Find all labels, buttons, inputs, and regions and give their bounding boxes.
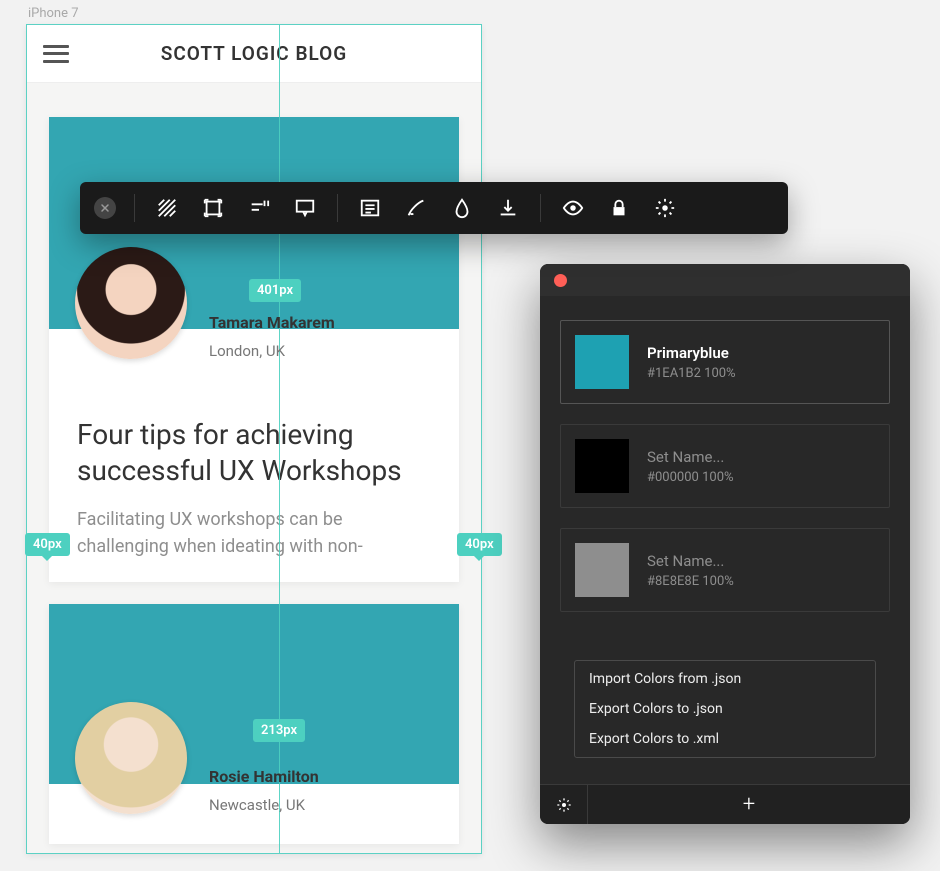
measure-badge-top: 401px — [249, 279, 301, 302]
panel-settings-button[interactable] — [540, 785, 588, 824]
eye-icon[interactable] — [559, 194, 587, 222]
floating-toolbar — [80, 182, 788, 234]
swatch-hex: #8E8E8E 100% — [647, 574, 734, 589]
color-swatch[interactable] — [575, 439, 629, 493]
card-author-row: Tamara Makarem London, UK — [49, 329, 459, 389]
app-bar: SCOTT LOGIC BLOG — [27, 25, 481, 83]
swatch-name[interactable]: Primaryblue — [647, 344, 736, 362]
color-swatch[interactable] — [575, 543, 629, 597]
toolbar-separator — [134, 194, 135, 222]
artboard-iphone7[interactable]: 401px 40px 40px 213px SCOTT LOGIC BLOG T… — [26, 24, 482, 854]
panel-body: Primaryblue #1EA1B2 100% Set Name... #00… — [540, 296, 910, 784]
measure-badge-right: 40px — [457, 533, 502, 556]
panel-footer: + — [540, 784, 910, 824]
drop-icon[interactable] — [448, 194, 476, 222]
comment-icon[interactable] — [291, 194, 319, 222]
swatch-name[interactable]: Set Name... — [647, 448, 734, 466]
menu-export-xml[interactable]: Export Colors to .xml — [587, 729, 863, 749]
swatch-row[interactable]: Set Name... #8E8E8E 100% — [560, 528, 890, 612]
list-icon[interactable] — [356, 194, 384, 222]
author-avatar[interactable] — [75, 247, 187, 359]
card-title: Four tips for achieving successful UX Wo… — [77, 417, 431, 490]
lock-icon[interactable] — [605, 194, 633, 222]
swatch-row[interactable]: Set Name... #000000 100% — [560, 424, 890, 508]
author-location: Newcastle, UK — [209, 796, 319, 814]
artboard-icon[interactable] — [199, 194, 227, 222]
card-excerpt: Facilitating UX workshops can be challen… — [77, 506, 431, 560]
align-icon[interactable] — [245, 194, 273, 222]
panel-add-button[interactable]: + — [588, 785, 910, 824]
author-location: London, UK — [209, 342, 335, 360]
panel-titlebar[interactable] — [540, 264, 910, 296]
measure-badge-left: 40px — [25, 533, 70, 556]
device-label: iPhone 7 — [28, 6, 79, 21]
window-close-icon[interactable] — [554, 274, 567, 287]
download-icon[interactable] — [494, 194, 522, 222]
measure-badge-mid: 213px — [253, 719, 305, 742]
toolbar-separator — [337, 194, 338, 222]
colors-panel[interactable]: Primaryblue #1EA1B2 100% Set Name... #00… — [540, 264, 910, 824]
panel-context-menu: Import Colors from .json Export Colors t… — [574, 660, 876, 758]
fill-pattern-icon[interactable] — [153, 194, 181, 222]
color-swatch[interactable] — [575, 335, 629, 389]
menu-export-json[interactable]: Export Colors to .json — [587, 699, 863, 719]
swatch-name[interactable]: Set Name... — [647, 552, 734, 570]
swatch-hex: #1EA1B2 100% — [647, 366, 736, 381]
swatch-hex: #000000 100% — [647, 470, 734, 485]
toolbar-separator — [540, 194, 541, 222]
gear-icon[interactable] — [651, 194, 679, 222]
author-name: Tamara Makarem — [209, 313, 335, 332]
author-avatar[interactable] — [75, 702, 187, 814]
swatch-row[interactable]: Primaryblue #1EA1B2 100% — [560, 320, 890, 404]
author-name: Rosie Hamilton — [209, 767, 319, 786]
brush-icon[interactable] — [402, 194, 430, 222]
toolbar-close-button[interactable] — [94, 197, 116, 219]
card-author-row: Rosie Hamilton Newcastle, UK — [49, 784, 459, 844]
menu-import-json[interactable]: Import Colors from .json — [587, 669, 863, 689]
app-title: SCOTT LOGIC BLOG — [43, 42, 465, 65]
